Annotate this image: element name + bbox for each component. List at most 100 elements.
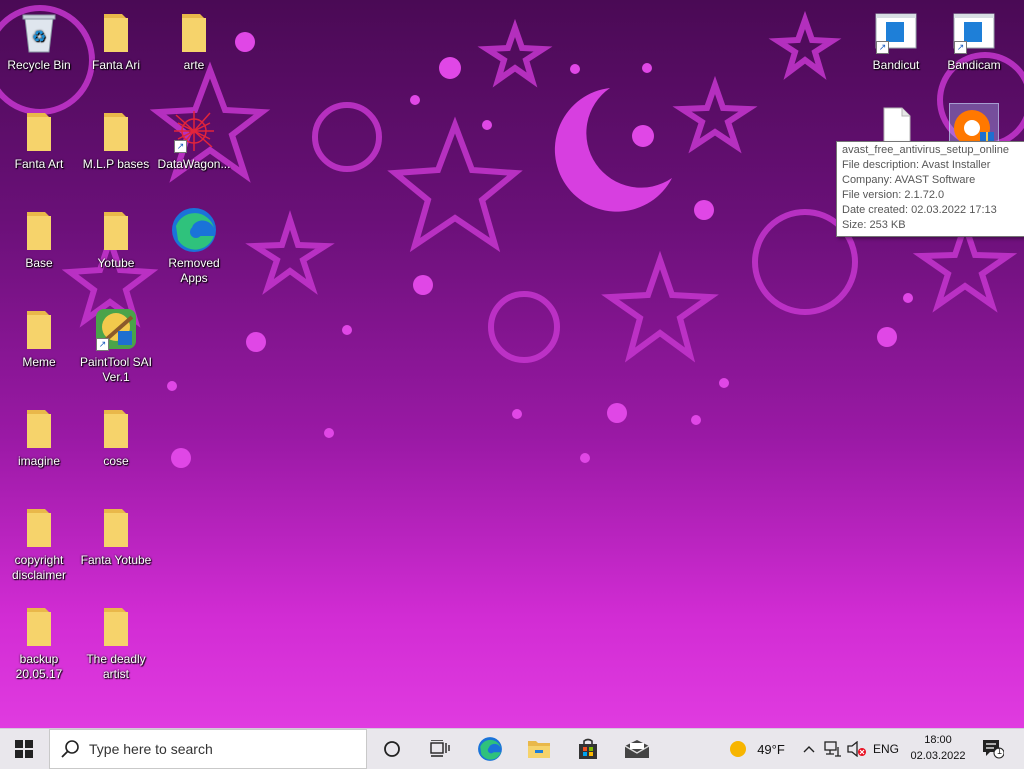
language-indicator[interactable]: ENG — [870, 729, 902, 769]
weather-temperature: 49°F — [757, 741, 785, 757]
desktop-folder-copyright-disclaimer[interactable]: copyright disclaimer — [1, 503, 77, 583]
desktop-folder-imagine[interactable]: imagine — [1, 404, 77, 469]
cortana-circle-icon — [384, 741, 400, 757]
taskbar-clock[interactable]: 18:00 02.03.2022 — [906, 732, 970, 764]
clock-time: 18:00 — [924, 734, 952, 746]
desktop-folder-cose[interactable]: cose — [78, 404, 154, 469]
task-view-icon — [430, 740, 450, 757]
app-label: Bandicam — [947, 58, 1001, 72]
desktop-folder-arte[interactable]: arte — [156, 8, 232, 73]
desktop-folder-mlp-bases[interactable]: M.L.P bases — [78, 107, 154, 172]
network-icon — [824, 741, 841, 757]
folder-icon — [104, 608, 128, 646]
app-label: DataWagon... — [157, 157, 231, 171]
tooltip-size: Size: 253 KB — [842, 219, 906, 231]
mail-icon — [624, 740, 650, 758]
taskbar-edge-button[interactable] — [466, 729, 514, 769]
folder-label: copyright disclaimer — [11, 553, 66, 582]
folder-label: M.L.P bases — [82, 157, 150, 171]
notification-count-badge: 1 — [997, 746, 1003, 756]
taskbar-file-explorer-button[interactable] — [515, 729, 563, 769]
shortcut-arrow-icon: ↗ — [174, 140, 187, 153]
desktop-folder-the-deadly-artist[interactable]: The deadly artist — [78, 602, 154, 682]
language-label: ENG — [872, 742, 899, 756]
task-view-button[interactable] — [416, 729, 464, 769]
folder-label: Base — [25, 256, 53, 270]
network-tray-button[interactable] — [821, 729, 845, 769]
folder-label: Meme — [22, 355, 56, 369]
taskbar-search-box[interactable]: Type here to search — [49, 729, 367, 769]
desktop-folder-fanta-art[interactable]: Fanta Art — [1, 107, 77, 172]
folder-label: backup 20.05.17 — [15, 652, 63, 681]
tooltip-file-description: File description: Avast Installer — [842, 159, 991, 171]
desktop-folder-base[interactable]: Base — [1, 206, 77, 271]
show-hidden-icons-button[interactable] — [798, 729, 820, 769]
volume-muted-icon — [847, 741, 866, 757]
folder-icon — [27, 410, 51, 448]
windows-logo-icon — [15, 740, 33, 758]
folder-label: Yotube — [97, 256, 135, 270]
shortcut-arrow-icon: ↗ — [876, 41, 889, 54]
desktop-app-painttool-sai[interactable]: ↗ PaintTool SAI Ver.1 — [78, 305, 154, 385]
desktop-folder-backup[interactable]: backup 20.05.17 — [1, 602, 77, 682]
folder-icon — [104, 509, 128, 547]
edge-browser-icon — [172, 208, 216, 252]
microsoft-store-icon — [579, 738, 597, 759]
desktop[interactable]: ♻ Recycle Bin Fanta Ari arte Fanta Art M… — [0, 0, 1024, 728]
desktop-folder-meme[interactable]: Meme — [1, 305, 77, 370]
cortana-button[interactable] — [368, 729, 416, 769]
folder-icon — [104, 113, 128, 151]
taskbar-store-button[interactable] — [564, 729, 612, 769]
edge-browser-icon — [478, 737, 502, 761]
folder-icon — [182, 14, 206, 52]
tooltip-file-name: avast_free_antivirus_setup_online — [842, 144, 1009, 156]
folder-icon — [27, 608, 51, 646]
sun-weather-icon — [730, 741, 747, 757]
app-label: Bandicut — [872, 58, 920, 72]
svg-text:♻: ♻ — [32, 29, 46, 46]
folder-label: Fanta Yotube — [80, 553, 152, 567]
app-label: Removed Apps — [168, 256, 220, 285]
folder-icon — [104, 212, 128, 250]
weather-widget[interactable]: 49°F — [726, 729, 788, 769]
file-explorer-icon — [528, 741, 550, 758]
clock-date: 02.03.2022 — [910, 750, 966, 762]
recycle-bin-icon: ♻ — [22, 14, 56, 53]
search-placeholder: Type here to search — [89, 741, 213, 757]
folder-icon — [104, 14, 128, 52]
folder-label: cose — [103, 454, 129, 468]
desktop-folder-fanta-yotube[interactable]: Fanta Yotube — [78, 503, 154, 568]
folder-icon — [27, 509, 51, 547]
folder-label: The deadly artist — [86, 652, 146, 681]
folder-label: Fanta Ari — [91, 58, 141, 72]
start-button[interactable] — [0, 729, 48, 769]
taskbar-mail-button[interactable] — [613, 729, 661, 769]
desktop-app-datawagon[interactable]: ↗ DataWagon... — [156, 107, 232, 172]
tooltip-file-version: File version: 2.1.72.0 — [842, 189, 945, 201]
file-info-tooltip: avast_free_antivirus_setup_online File d… — [836, 141, 1024, 237]
recycle-bin-icon-item[interactable]: ♻ Recycle Bin — [1, 8, 77, 73]
recycle-bin-label: Recycle Bin — [7, 58, 71, 72]
desktop-app-bandicam[interactable]: ↗ Bandicam — [936, 8, 1012, 73]
volume-tray-button[interactable] — [845, 729, 869, 769]
folder-label: imagine — [17, 454, 61, 468]
search-icon — [61, 740, 79, 758]
folder-label: arte — [183, 58, 205, 72]
tooltip-company: Company: AVAST Software — [842, 174, 976, 186]
folder-icon — [104, 410, 128, 448]
desktop-removed-apps[interactable]: Removed Apps — [156, 206, 232, 286]
folder-icon — [27, 311, 51, 349]
folder-icon — [27, 212, 51, 250]
shortcut-arrow-icon: ↗ — [954, 41, 967, 54]
folder-label: Fanta Art — [14, 157, 64, 171]
taskbar: Type here to search 49°F ENG 18:00 02.03… — [0, 728, 1024, 769]
shortcut-arrow-icon: ↗ — [96, 338, 109, 351]
chevron-up-icon — [803, 746, 815, 753]
desktop-app-bandicut[interactable]: ↗ Bandicut — [858, 8, 934, 73]
desktop-folder-fanta-ari[interactable]: Fanta Ari — [78, 8, 154, 73]
app-label: PaintTool SAI Ver.1 — [79, 355, 153, 384]
desktop-folder-yotube[interactable]: Yotube — [78, 206, 154, 271]
notification-center-button[interactable]: 1 — [976, 729, 1010, 769]
tooltip-date-created: Date created: 02.03.2022 17:13 — [842, 204, 997, 216]
folder-icon — [27, 113, 51, 151]
